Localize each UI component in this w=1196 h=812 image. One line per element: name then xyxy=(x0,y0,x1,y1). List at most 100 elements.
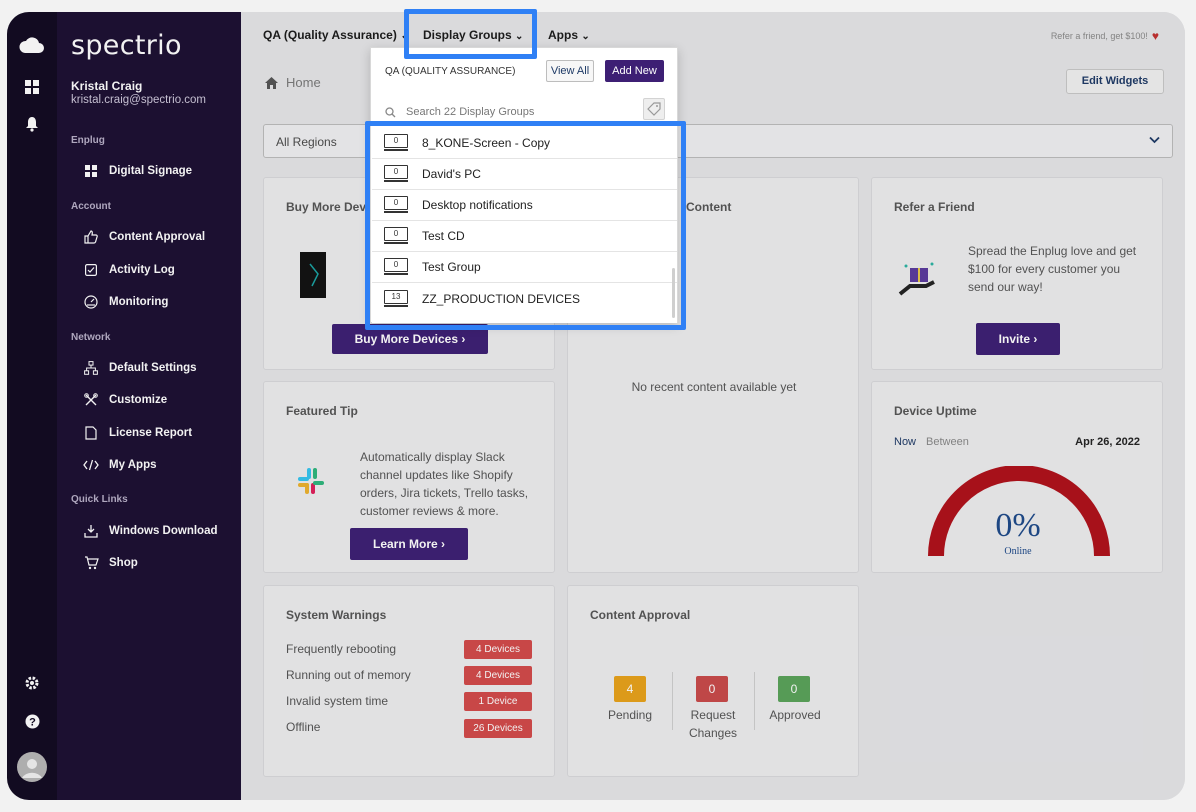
user-email: kristal.craig@spectrio.com xyxy=(71,94,207,106)
org-selector[interactable]: QA (Quality Assurance) ⌄ xyxy=(263,28,410,42)
uptime-label: Online xyxy=(1004,546,1032,557)
warning-badge[interactable]: 4 Devices xyxy=(464,666,532,685)
tag-icon[interactable] xyxy=(643,98,665,120)
cloud-logo-icon[interactable] xyxy=(7,36,57,58)
uptime-value: 0% xyxy=(995,507,1041,544)
card-title: Content xyxy=(686,200,732,214)
sidebar-item-shop[interactable]: Shop xyxy=(83,553,138,573)
cart-icon xyxy=(83,555,99,571)
device-uptime-card: Device Uptime Now Between Apr 26, 2022 0… xyxy=(871,381,1163,573)
sidebar-item-customize[interactable]: Customize xyxy=(83,390,167,410)
card-title: Refer a Friend xyxy=(894,200,975,214)
sidebar-item-label: Activity Log xyxy=(109,264,175,276)
home-icon xyxy=(265,76,278,89)
request-count[interactable]: 0 xyxy=(696,676,728,702)
sidebar-item-label: Digital Signage xyxy=(109,165,193,177)
warning-badge[interactable]: 1 Device xyxy=(464,692,532,711)
chevron-down-icon: ⌄ xyxy=(581,31,590,42)
sidebar-item-label: Windows Download xyxy=(109,525,218,537)
checkbox-icon xyxy=(83,262,99,278)
sidebar-item-label: Monitoring xyxy=(109,296,169,308)
search-icon xyxy=(385,106,396,117)
highlight-display-groups xyxy=(404,9,537,59)
refer-text: Spread the Enplug love and get $100 for … xyxy=(968,244,1137,294)
content-approval-card: Content Approval 4 Pending 0 Request Cha… xyxy=(567,585,859,777)
sidebar-item-default-settings[interactable]: Default Settings xyxy=(83,358,197,378)
sidebar-item-monitoring[interactable]: Monitoring xyxy=(83,292,168,312)
refer-link[interactable]: Refer a friend, get $100! ♥ xyxy=(1051,29,1159,43)
card-title: System Warnings xyxy=(286,608,387,622)
document-icon xyxy=(83,425,99,441)
divider xyxy=(672,672,673,730)
card-title: Device Uptime xyxy=(894,404,977,418)
approved-count[interactable]: 0 xyxy=(778,676,810,702)
tools-icon xyxy=(83,392,99,408)
help-icon[interactable]: ? xyxy=(7,714,57,733)
thumbs-up-icon xyxy=(83,229,99,245)
sidebar: spectrio Kristal Craig kristal.craig@spe… xyxy=(57,12,241,800)
icon-rail: ? xyxy=(7,12,57,800)
refer-friend-card: Refer a Friend Spread the Enplug love an… xyxy=(871,177,1163,370)
section-account: Account xyxy=(71,201,111,212)
warning-label: Offline xyxy=(286,720,321,734)
warning-badge[interactable]: 4 Devices xyxy=(464,640,532,659)
gift-hand-icon xyxy=(898,262,935,296)
sidebar-item-label: Default Settings xyxy=(109,362,197,374)
section-quick-links: Quick Links xyxy=(71,494,128,505)
sidebar-item-label: Customize xyxy=(109,394,168,406)
sidebar-item-label: License Report xyxy=(109,427,193,439)
approved-label: Approved xyxy=(769,708,821,722)
edit-widgets-button[interactable]: Edit Widgets xyxy=(1066,69,1164,94)
card-title: Content Approval xyxy=(590,608,691,622)
sidebar-item-content-approval[interactable]: Content Approval xyxy=(83,227,205,247)
between-tab[interactable]: Between xyxy=(926,436,969,448)
sidebar-item-license-report[interactable]: License Report xyxy=(83,423,192,443)
sidebar-item-label: My Apps xyxy=(109,459,157,471)
divider xyxy=(754,672,755,730)
apps-menu[interactable]: Apps ⌄ xyxy=(548,28,590,42)
download-icon xyxy=(83,523,99,539)
search-input[interactable]: Search 22 Display Groups xyxy=(385,106,534,118)
featured-tip-card: Featured Tip Automatically display Slack… xyxy=(263,381,555,573)
sidebar-item-windows-download[interactable]: Windows Download xyxy=(83,521,218,541)
empty-state-text: No recent content available yet xyxy=(631,380,797,394)
sidebar-item-digital-signage[interactable]: Digital Signage xyxy=(83,161,192,181)
view-all-button[interactable]: View All xyxy=(546,60,594,82)
add-new-button[interactable]: Add New xyxy=(605,60,664,82)
avatar[interactable] xyxy=(7,752,57,786)
sidebar-item-activity-log[interactable]: Activity Log xyxy=(83,260,175,280)
grid-icon xyxy=(83,163,99,179)
section-network: Network xyxy=(71,332,111,343)
brand-logo[interactable]: spectrio xyxy=(71,30,182,61)
now-tab[interactable]: Now xyxy=(894,436,916,448)
svg-text:?: ? xyxy=(29,717,36,729)
settings-gear-icon[interactable] xyxy=(7,676,57,694)
heart-icon: ♥ xyxy=(1151,29,1159,43)
learn-more-button[interactable]: Learn More › xyxy=(350,528,468,560)
section-enplug: Enplug xyxy=(71,135,105,146)
warning-label: Running out of memory xyxy=(286,668,411,682)
chevron-down-icon xyxy=(1149,136,1160,144)
highlight-group-list xyxy=(365,121,686,330)
region-select-value: All Regions xyxy=(276,135,337,149)
dashboard-grid-icon[interactable] xyxy=(7,80,57,98)
sidebar-item-my-apps[interactable]: My Apps xyxy=(83,455,157,475)
bell-icon[interactable] xyxy=(7,116,57,136)
pending-count[interactable]: 4 xyxy=(614,676,646,702)
uptime-date: Apr 26, 2022 xyxy=(1075,436,1140,448)
warning-badge[interactable]: 26 Devices xyxy=(464,719,532,738)
warning-label: Invalid system time xyxy=(286,694,389,708)
card-title: Buy More Dev xyxy=(286,200,367,214)
slack-icon xyxy=(298,468,324,494)
page-title: Home xyxy=(286,75,321,90)
tip-text: Automatically display Slack channel upda… xyxy=(360,450,529,518)
pending-label: Pending xyxy=(607,708,653,722)
code-icon xyxy=(83,457,99,473)
sidebar-item-label: Shop xyxy=(109,557,138,569)
invite-button[interactable]: Invite › xyxy=(976,323,1060,355)
request-label: Request Changes xyxy=(688,708,738,740)
system-warnings-card: System Warnings Frequently rebooting 4 D… xyxy=(263,585,555,777)
network-icon xyxy=(83,360,99,376)
search-placeholder: Search 22 Display Groups xyxy=(406,106,535,118)
breadcrumb[interactable]: Home xyxy=(265,75,321,90)
